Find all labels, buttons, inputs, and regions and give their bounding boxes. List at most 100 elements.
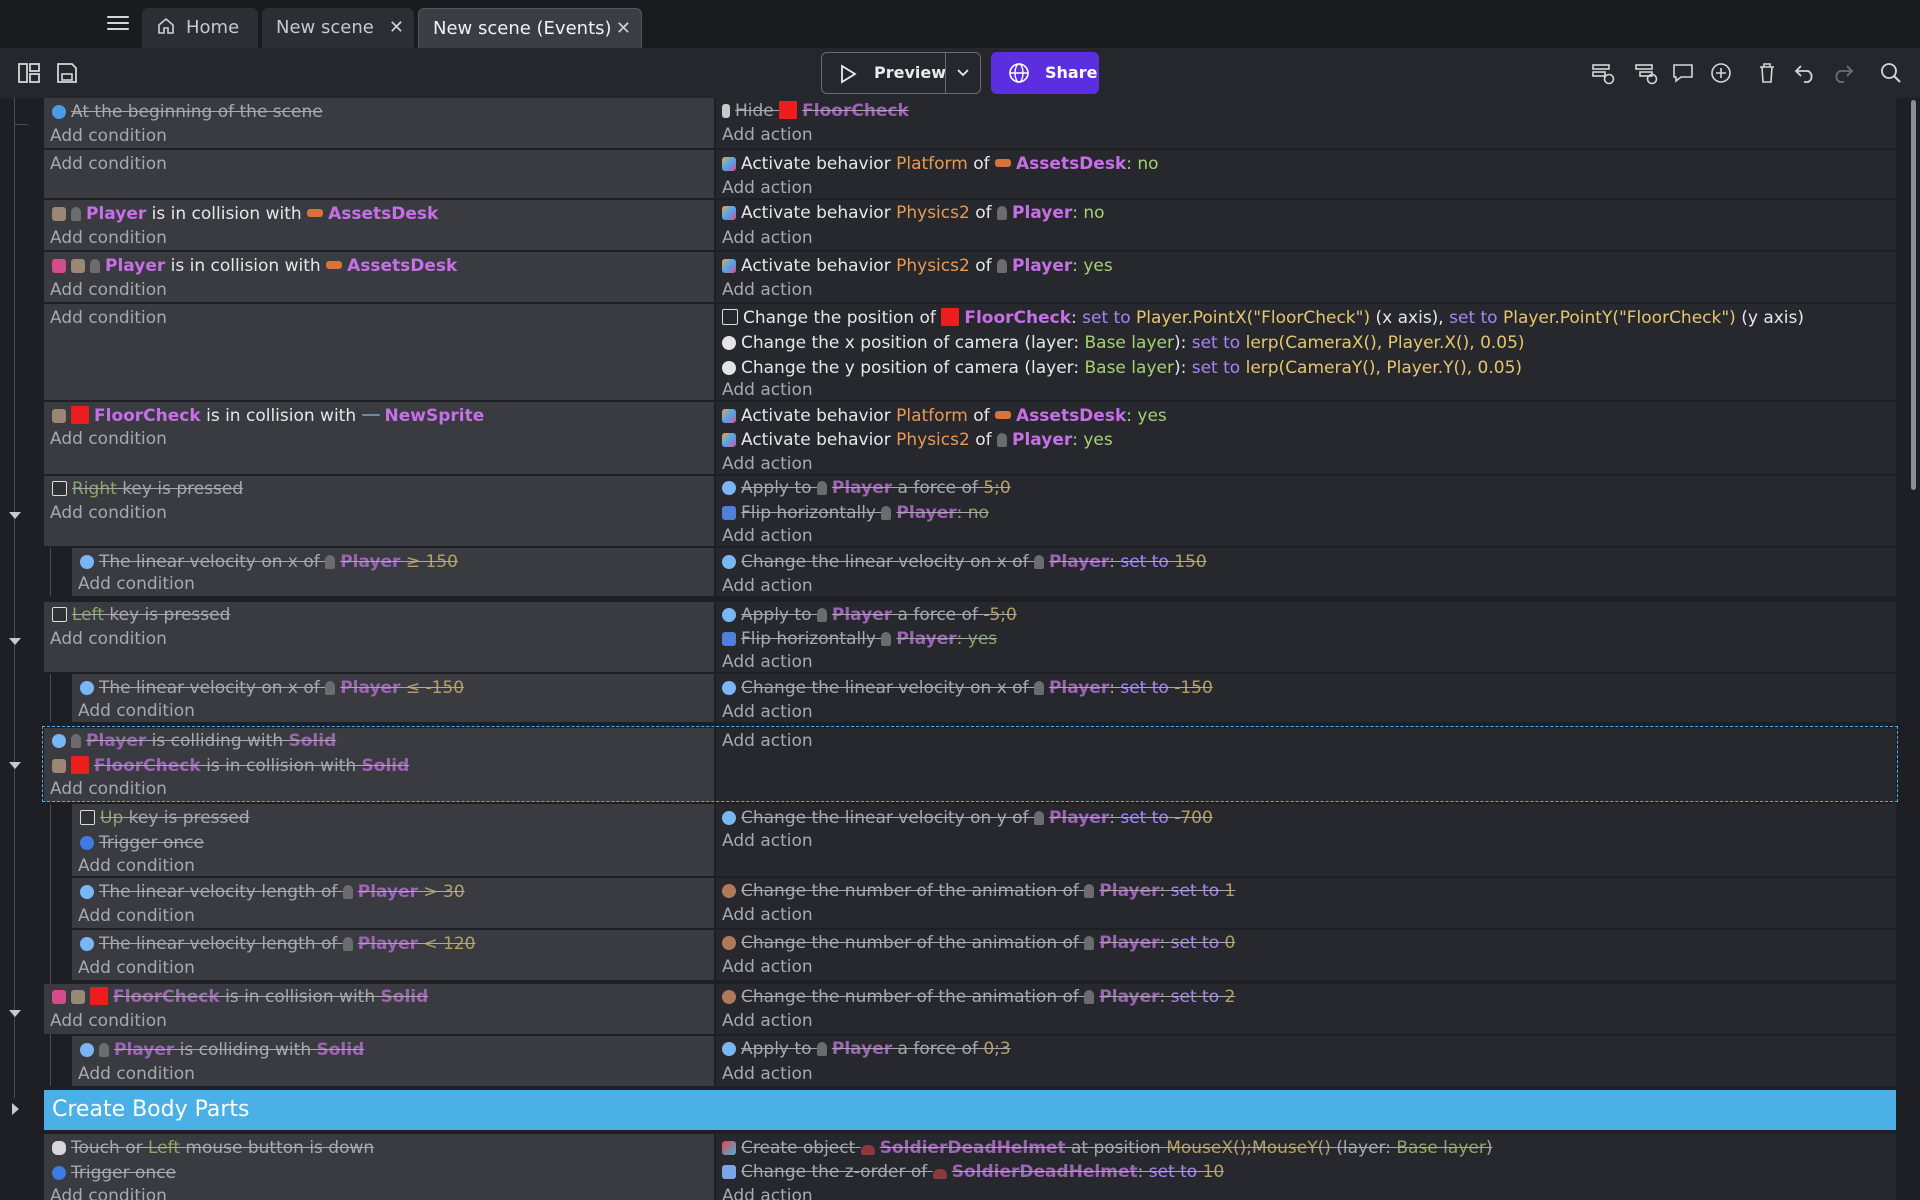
conditions-cell[interactable]: Left key is pressed Add condition bbox=[44, 602, 714, 672]
condition-line[interactable]: The linear velocity on x of Player ≥ 150 bbox=[80, 550, 458, 574]
action-line[interactable]: Change the linear velocity on y of Playe… bbox=[722, 806, 1213, 830]
add-condition-link[interactable]: Add condition bbox=[50, 306, 167, 330]
add-action-link[interactable]: Add action bbox=[722, 1062, 813, 1086]
add-condition-link[interactable]: Add condition bbox=[50, 501, 167, 525]
add-icon[interactable] bbox=[1708, 60, 1734, 86]
subevent-row[interactable]: The linear velocity on x of Player ≤ -15… bbox=[44, 674, 1896, 722]
condition-line[interactable]: Player is colliding with Solid bbox=[80, 1038, 364, 1062]
conditions-cell[interactable]: The linear velocity on x of Player ≥ 150… bbox=[72, 548, 714, 596]
condition-line[interactable]: Touch or Left mouse button is down bbox=[52, 1136, 374, 1160]
condition-line[interactable]: Player is in collision with AssetsDesk bbox=[52, 202, 438, 226]
condition-line[interactable]: Left key is pressed bbox=[52, 603, 230, 627]
conditions-cell[interactable]: Player is in collision with AssetsDesk A… bbox=[44, 252, 714, 302]
add-condition-link[interactable]: Add condition bbox=[50, 1009, 167, 1033]
add-condition-link[interactable]: Add condition bbox=[50, 1184, 167, 1200]
actions-cell[interactable]: Add action bbox=[716, 728, 1896, 802]
add-action-link[interactable]: Add action bbox=[722, 903, 813, 927]
expand-toggle-icon[interactable] bbox=[12, 1103, 19, 1115]
actions-cell[interactable]: Apply to Player a force of -5;0 Flip hor… bbox=[716, 602, 1896, 672]
action-line[interactable]: Change the number of the animation of Pl… bbox=[722, 879, 1235, 903]
group-header[interactable]: Create Body Parts bbox=[44, 1090, 1896, 1130]
conditions-cell[interactable]: The linear velocity length of Player < 1… bbox=[72, 930, 714, 980]
event-row[interactable]: Add condition Activate behavior Platform… bbox=[44, 150, 1896, 198]
actions-cell[interactable]: Change the linear velocity on y of Playe… bbox=[716, 804, 1896, 876]
event-row[interactable]: FloorCheck is in collision with Solid Ad… bbox=[44, 984, 1896, 1034]
condition-line[interactable]: At the beginning of the scene bbox=[52, 100, 323, 124]
add-condition-link[interactable]: Add condition bbox=[78, 1062, 195, 1086]
condition-line[interactable]: Trigger once bbox=[80, 831, 204, 855]
add-event-icon[interactable] bbox=[1590, 60, 1616, 86]
add-condition-link[interactable]: Add condition bbox=[50, 627, 167, 651]
subevent-row[interactable]: The linear velocity on x of Player ≥ 150… bbox=[44, 548, 1896, 596]
conditions-cell[interactable]: The linear velocity length of Player > 3… bbox=[72, 878, 714, 928]
actions-cell[interactable]: Activate behavior Platform of AssetsDesk… bbox=[716, 150, 1896, 198]
conditions-cell[interactable]: Player is in collision with AssetsDesk A… bbox=[44, 200, 714, 250]
actions-cell[interactable]: Change the linear velocity on x of Playe… bbox=[716, 548, 1896, 596]
action-line[interactable]: Change the number of the animation of Pl… bbox=[722, 931, 1235, 955]
subevent-row[interactable]: The linear velocity length of Player < 1… bbox=[44, 930, 1896, 980]
action-line[interactable]: Create object SoldierDeadHelmet at posit… bbox=[722, 1136, 1492, 1160]
add-action-link[interactable]: Add action bbox=[722, 378, 813, 402]
action-line[interactable]: Apply to Player a force of 0;3 bbox=[722, 1037, 1011, 1061]
add-condition-link[interactable]: Add condition bbox=[50, 278, 167, 302]
add-action-link[interactable]: Add action bbox=[722, 829, 813, 853]
conditions-cell[interactable]: Right key is pressed Add condition bbox=[44, 476, 714, 546]
add-condition-link[interactable]: Add condition bbox=[50, 226, 167, 250]
action-line[interactable]: Activate behavior Physics2 of Player: ye… bbox=[722, 254, 1113, 278]
action-line[interactable]: Apply to Player a force of -5;0 bbox=[722, 603, 1017, 627]
action-line[interactable]: Change the number of the animation of Pl… bbox=[722, 985, 1235, 1009]
event-row[interactable]: Touch or Left mouse button is down Trigg… bbox=[44, 1134, 1896, 1200]
add-action-link[interactable]: Add action bbox=[722, 176, 813, 200]
actions-cell[interactable]: Apply to Player a force of 5;0 Flip hori… bbox=[716, 476, 1896, 546]
add-condition-link[interactable]: Add condition bbox=[78, 956, 195, 980]
action-line[interactable]: Flip horizontally Player: no bbox=[722, 501, 989, 525]
delete-icon[interactable] bbox=[1754, 60, 1780, 86]
add-condition-link[interactable]: Add condition bbox=[78, 699, 195, 723]
action-line[interactable]: Apply to Player a force of 5;0 bbox=[722, 476, 1011, 500]
actions-cell[interactable]: Change the position of FloorCheck: set t… bbox=[716, 304, 1896, 400]
action-line[interactable]: Change the linear velocity on x of Playe… bbox=[722, 676, 1213, 700]
condition-line[interactable]: The linear velocity length of Player > 3… bbox=[80, 880, 465, 904]
add-condition-link[interactable]: Add condition bbox=[50, 777, 167, 801]
conditions-cell[interactable]: At the beginning of the scene Add condit… bbox=[44, 98, 714, 148]
close-icon[interactable]: ✕ bbox=[389, 8, 404, 48]
condition-line[interactable]: FloorCheck is in collision with NewSprit… bbox=[52, 404, 484, 428]
share-button[interactable]: Share bbox=[991, 52, 1099, 94]
event-row[interactable]: Player is in collision with AssetsDesk A… bbox=[44, 200, 1896, 250]
add-action-link[interactable]: Add action bbox=[722, 1009, 813, 1033]
action-line[interactable]: Change the x position of camera (layer: … bbox=[722, 331, 1525, 355]
actions-cell[interactable]: Activate behavior Physics2 of Player: no… bbox=[716, 200, 1896, 250]
conditions-cell[interactable]: Add condition bbox=[44, 304, 714, 400]
add-comment-icon[interactable] bbox=[1670, 60, 1696, 86]
add-action-link[interactable]: Add action bbox=[722, 700, 813, 724]
undo-icon[interactable] bbox=[1792, 60, 1818, 86]
condition-line[interactable]: FloorCheck is in collision with Solid bbox=[52, 754, 409, 778]
actions-cell[interactable]: Change the number of the animation of Pl… bbox=[716, 930, 1896, 980]
add-action-link[interactable]: Add action bbox=[722, 729, 813, 753]
panels-icon[interactable] bbox=[16, 60, 42, 86]
redo-icon[interactable] bbox=[1830, 60, 1856, 86]
add-action-link[interactable]: Add action bbox=[722, 955, 813, 979]
collapse-toggle-icon[interactable] bbox=[9, 762, 21, 769]
event-row[interactable]: Player is in collision with AssetsDesk A… bbox=[44, 252, 1896, 302]
save-icon[interactable] bbox=[54, 60, 80, 86]
add-condition-link[interactable]: Add condition bbox=[78, 572, 195, 596]
add-action-link[interactable]: Add action bbox=[722, 650, 813, 674]
condition-line[interactable]: Trigger once bbox=[52, 1161, 176, 1185]
conditions-cell[interactable]: Touch or Left mouse button is down Trigg… bbox=[44, 1134, 714, 1200]
close-icon[interactable]: ✕ bbox=[616, 9, 631, 49]
conditions-cell[interactable]: The linear velocity on x of Player ≤ -15… bbox=[72, 674, 714, 722]
action-line[interactable]: Flip horizontally Player: yes bbox=[722, 627, 997, 651]
action-line[interactable]: Hide FloorCheck bbox=[722, 99, 909, 123]
add-condition-link[interactable]: Add condition bbox=[78, 904, 195, 928]
actions-cell[interactable]: Change the number of the animation of Pl… bbox=[716, 878, 1896, 928]
action-line[interactable]: Change the z-order of SoldierDeadHelmet:… bbox=[722, 1160, 1224, 1184]
add-condition-link[interactable]: Add condition bbox=[50, 124, 167, 148]
tab-new-scene[interactable]: New scene ✕ bbox=[262, 8, 414, 48]
conditions-cell[interactable]: Up key is pressed Trigger once Add condi… bbox=[72, 804, 714, 876]
add-action-link[interactable]: Add action bbox=[722, 574, 813, 598]
condition-line[interactable]: Player is in collision with AssetsDesk bbox=[52, 254, 457, 278]
event-row[interactable]: FloorCheck is in collision with NewSprit… bbox=[44, 402, 1896, 474]
search-icon[interactable] bbox=[1878, 60, 1904, 86]
event-row[interactable]: Add condition Change the position of Flo… bbox=[44, 304, 1896, 400]
